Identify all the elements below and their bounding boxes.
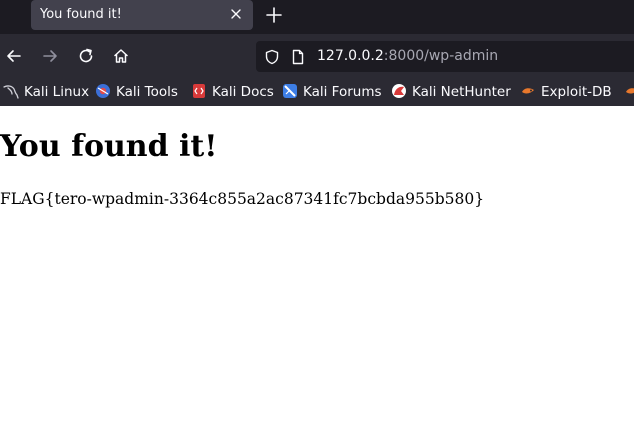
bookmark-kali-forums[interactable]: Kali Forums [282,83,382,101]
bookmark-kali-linux[interactable]: Kali Linux [3,83,89,101]
flag-text: FLAG{tero-wpadmin-3364c855a2ac87341fc7bc… [0,190,485,208]
plus-icon[interactable] [265,6,283,24]
bookmark-kali-nethunter[interactable]: Kali NetHunter [391,83,511,101]
exploit-db-icon [520,83,536,99]
close-icon[interactable] [228,6,244,22]
bookmark-label: Kali Forums [303,84,382,100]
bookmarks-toolbar: Kali Linux Kali Tools Kali Docs Kali For… [0,78,634,106]
bookmark-label: Exploit-DB [541,84,612,100]
bookmark-kali-tools[interactable]: Kali Tools [95,83,178,101]
navigation-toolbar: 127.0.0.2:8000/wp-admin [0,34,634,78]
kali-nethunter-icon [391,83,407,99]
kali-forums-icon [282,83,298,99]
arrow-right-icon[interactable] [41,47,59,65]
bookmark-exploit-db[interactable]: Exploit-DB [520,83,612,101]
url-text: 127.0.0.2:8000/wp-admin [317,48,498,64]
url-path: :8000/wp-admin [383,48,499,64]
active-tab[interactable]: You found it! [31,0,253,30]
reload-icon[interactable] [77,47,95,65]
bookmark-overflow-icon [624,83,634,99]
browser-window: You found it! 127.0.0.2:8000/wp-admin Ka… [0,0,634,424]
tab-title: You found it! [40,7,122,22]
bookmark-label: Kali Tools [116,84,178,100]
page-heading: You found it! [0,129,218,164]
bookmark-label: Kali NetHunter [412,84,511,100]
tab-strip: You found it! [0,0,634,34]
shield-icon[interactable] [264,49,280,65]
kali-docs-icon [191,83,207,99]
arrow-left-icon[interactable] [5,47,23,65]
url-host: 127.0.0.2 [317,48,384,64]
bookmark-label: Kali Linux [24,84,90,100]
kali-tools-icon [95,83,111,99]
bookmark-kali-docs[interactable]: Kali Docs [191,83,274,101]
kali-dragon-icon [3,83,19,99]
page-content: You found it! FLAG{tero-wpadmin-3364c855… [0,106,634,424]
bookmark-label: Kali Docs [212,84,274,100]
home-icon[interactable] [112,47,130,65]
url-bar[interactable]: 127.0.0.2:8000/wp-admin [256,41,634,72]
bookmark-overflow[interactable] [624,83,634,101]
page-icon[interactable] [291,49,305,65]
